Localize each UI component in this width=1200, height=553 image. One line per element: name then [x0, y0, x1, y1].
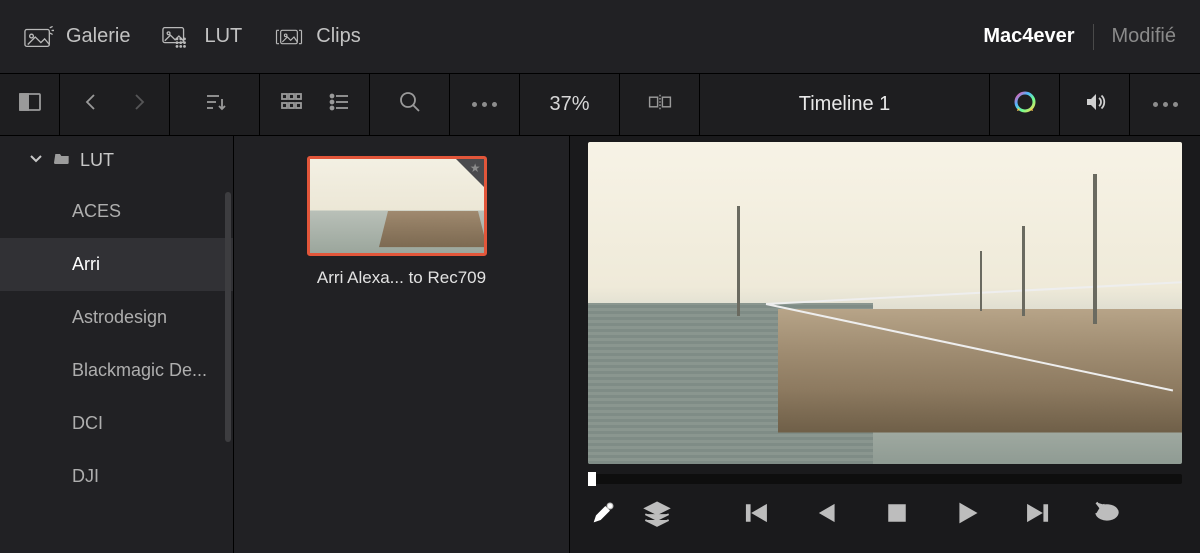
tree-root-lut[interactable]: LUT [0, 136, 233, 185]
step-back-icon [813, 499, 841, 532]
color-picker-button[interactable] [588, 500, 618, 530]
sidebar-item-blackmagic-de-[interactable]: Blackmagic De... [0, 344, 233, 397]
top-bar: Galerie LUT Clips Mac4ever Modifié [0, 0, 1200, 74]
split-view-button[interactable] [645, 90, 675, 120]
view-grid-button[interactable] [276, 90, 306, 120]
project-separator [1093, 24, 1094, 50]
tab-gallery[interactable]: Galerie [24, 25, 130, 49]
chevron-left-icon [79, 90, 103, 119]
chevron-right-icon [127, 90, 151, 119]
step-back-button[interactable] [812, 500, 842, 530]
layers-button[interactable] [642, 500, 672, 530]
top-tabs: Galerie LUT Clips [24, 25, 361, 49]
right-more-button[interactable] [1150, 90, 1180, 120]
play-button[interactable] [952, 500, 982, 530]
view-list-button[interactable] [324, 90, 354, 120]
lut-sidebar: LUT ACESArriAstrodesignBlackmagic De...D… [0, 136, 234, 553]
viewer-panel [570, 136, 1200, 553]
skip-end-icon [1023, 499, 1051, 532]
timeline-name[interactable]: Timeline 1 [714, 93, 975, 116]
sidebar-item-arri[interactable]: Arri [0, 238, 233, 291]
sidebar-item-astrodesign[interactable]: Astrodesign [0, 291, 233, 344]
audio-button[interactable] [1080, 90, 1110, 120]
chevron-down-icon [28, 150, 44, 171]
timeline-scrubber[interactable] [588, 474, 1182, 484]
go-end-button[interactable] [1022, 500, 1052, 530]
main-area: LUT ACESArriAstrodesignBlackmagic De...D… [0, 136, 1200, 553]
loop-button[interactable] [1092, 500, 1122, 530]
search-button[interactable] [395, 90, 425, 120]
search-icon [398, 90, 422, 119]
sort-button[interactable] [199, 90, 231, 120]
layers-icon [643, 499, 671, 532]
secondary-toolbar: 37% Timeline 1 [0, 74, 1200, 136]
tab-lut-label: LUT [204, 25, 242, 48]
gallery-icon [24, 25, 54, 49]
play-icon [953, 499, 981, 532]
stop-icon [883, 499, 911, 532]
sidebar-item-aces[interactable]: ACES [0, 185, 233, 238]
sidebar-scrollbar[interactable] [225, 192, 231, 442]
color-wheel-icon [1013, 90, 1037, 119]
split-view-icon [648, 90, 672, 119]
project-modified: Modifié [1112, 25, 1176, 48]
lut-thumbnail[interactable]: ★ Arri Alexa... to Rec709 [307, 156, 497, 288]
stop-button[interactable] [882, 500, 912, 530]
sort-icon [203, 90, 227, 119]
top-right: Mac4ever Modifié [983, 24, 1176, 50]
sidebar-item-dci[interactable]: DCI [0, 397, 233, 450]
tab-gallery-label: Galerie [66, 25, 130, 48]
nav-back-button[interactable] [76, 90, 106, 120]
loop-icon [1093, 499, 1121, 532]
tab-clips[interactable]: Clips [274, 25, 360, 49]
list-icon [327, 90, 351, 119]
folder-icon [54, 150, 70, 171]
project-name: Mac4ever [983, 25, 1074, 48]
tree-root-label: LUT [80, 150, 114, 171]
more-icon [472, 102, 497, 107]
panel-toggle-icon [18, 90, 42, 119]
auto-color-button[interactable] [1010, 90, 1040, 120]
eyedropper-icon [589, 499, 617, 532]
speaker-icon [1083, 90, 1107, 119]
lut-icon [162, 25, 192, 49]
skip-start-icon [743, 499, 771, 532]
grid-icon [279, 90, 303, 119]
tab-lut[interactable]: LUT [162, 25, 242, 49]
lut-grid: ★ Arri Alexa... to Rec709 [234, 136, 570, 553]
nav-forward-button[interactable] [124, 90, 154, 120]
sidebar-item-dji[interactable]: DJI [0, 450, 233, 503]
tab-clips-label: Clips [316, 25, 360, 48]
panel-toggle-button[interactable] [15, 90, 45, 120]
playhead[interactable] [588, 472, 596, 486]
viewer-canvas[interactable] [588, 142, 1182, 464]
transport-bar [588, 500, 1182, 530]
favorite-star-icon[interactable]: ★ [470, 161, 481, 175]
more-icon [1153, 102, 1178, 107]
lut-thumbnail-label: Arri Alexa... to Rec709 [307, 268, 497, 288]
go-start-button[interactable] [742, 500, 772, 530]
zoom-level[interactable]: 37% [543, 93, 595, 116]
clips-icon [274, 25, 304, 49]
lut-thumbnail-image: ★ [307, 156, 487, 256]
left-more-button[interactable] [470, 90, 500, 120]
